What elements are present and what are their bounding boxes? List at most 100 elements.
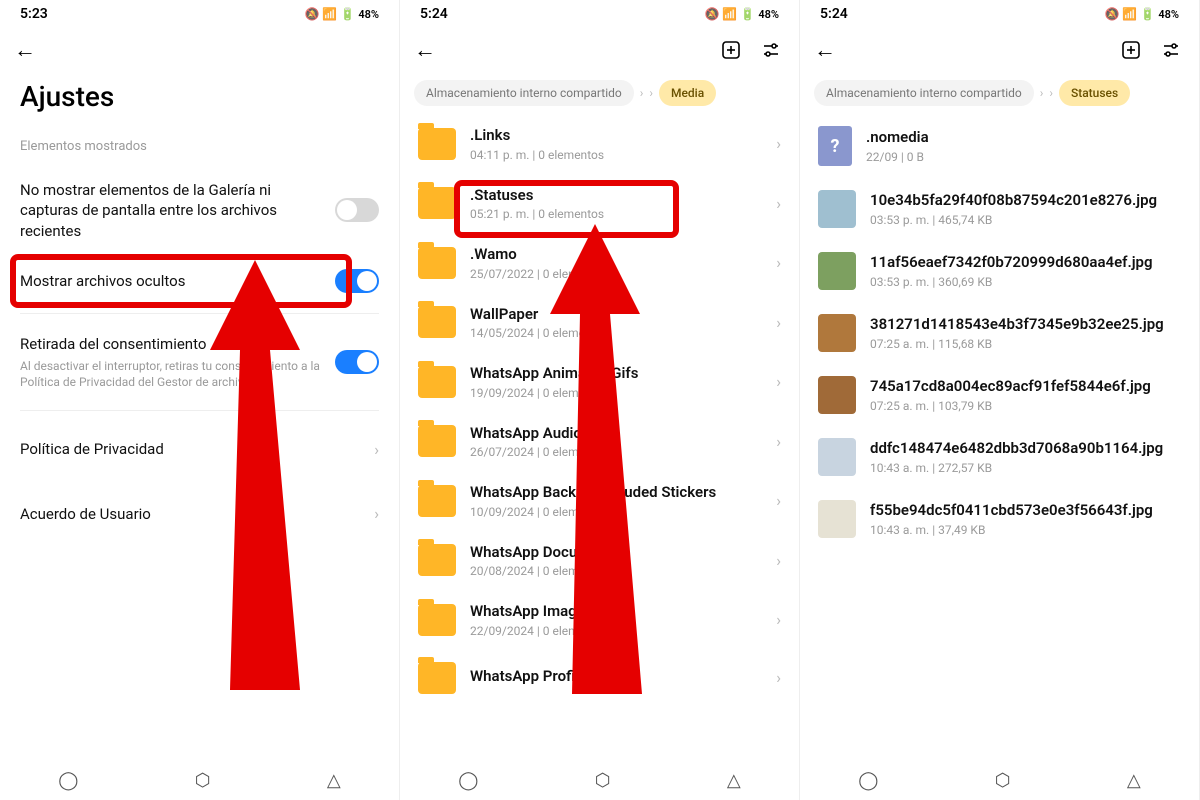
nav-icon[interactable]: ◯ xyxy=(58,770,78,791)
file-row[interactable]: 11af56eaef7342f0b720999d680aa4ef.jpg 03:… xyxy=(800,240,1199,302)
folder-row[interactable]: WhatsApp Documents 20/08/2024 | 0 elemen… xyxy=(400,531,799,591)
battery-icon: 🔋 xyxy=(340,7,355,21)
toggle-hide-gallery[interactable] xyxy=(335,198,379,222)
image-thumbnail xyxy=(818,376,856,414)
back-icon[interactable]: ← xyxy=(814,37,836,63)
setting-consent[interactable]: Retirada del consentimiento Al desactiva… xyxy=(0,320,399,405)
folder-name: WhatsApp Animated Gifs xyxy=(470,364,762,384)
breadcrumb-current[interactable]: Media xyxy=(659,80,716,106)
folder-meta: 04:11 p. m. | 0 elementos xyxy=(470,148,762,162)
folder-list[interactable]: .Links 04:11 p. m. | 0 elementos › .Stat… xyxy=(400,114,799,760)
topbar: ← xyxy=(0,28,399,72)
folder-row[interactable]: WhatsApp Animated Gifs 19/09/2024 | 0 el… xyxy=(400,352,799,412)
setting-show-hidden[interactable]: Mostrar archivos ocultos xyxy=(0,255,399,307)
filter-icon[interactable] xyxy=(1157,36,1185,64)
status-right: 🔕 📶 🔋 48% xyxy=(1104,7,1179,21)
setting-label: Acuerdo de Usuario xyxy=(20,504,360,524)
image-thumbnail xyxy=(818,252,856,290)
back-icon[interactable]: ← xyxy=(414,37,436,63)
file-row[interactable]: 745a17cd8a004ec89acf91fef5844e6f.jpg 07:… xyxy=(800,364,1199,426)
file-row[interactable]: ddfc148474e6482dbb3d7068a90b1164.jpg 10:… xyxy=(800,426,1199,488)
folder-icon xyxy=(418,366,456,398)
chevron-right-icon: › xyxy=(776,313,781,332)
divider xyxy=(20,313,379,314)
folder-meta: 20/08/2024 | 0 elementos xyxy=(470,564,762,578)
chevron-right-icon: › xyxy=(640,86,644,100)
status-right: 🔕 📶 🔋 48% xyxy=(304,7,379,21)
breadcrumb-root[interactable]: Almacenamiento interno compartido xyxy=(414,80,634,106)
folder-meta: 19/09/2024 | 0 elementos xyxy=(470,386,762,400)
topbar: ← xyxy=(400,28,799,72)
setting-hide-gallery[interactable]: No mostrar elementos de la Galería ni ca… xyxy=(0,166,399,255)
page-title: Ajustes xyxy=(0,72,399,131)
nav-icon[interactable]: △ xyxy=(1127,770,1141,791)
settings-panel: 5:23 🔕 📶 🔋 48% ← Ajustes Elementos mostr… xyxy=(0,0,400,800)
file-name: ddfc148474e6482dbb3d7068a90b1164.jpg xyxy=(870,439,1181,459)
bottom-nav: ◯ ⬡ △ xyxy=(800,760,1199,800)
filter-icon[interactable] xyxy=(757,36,785,64)
nav-icon[interactable]: ⬡ xyxy=(995,770,1011,791)
folder-icon xyxy=(418,662,456,694)
nav-icon[interactable]: ⬡ xyxy=(595,770,611,791)
file-row[interactable]: 10e34b5fa29f40f08b87594c201e8276.jpg 03:… xyxy=(800,178,1199,240)
topbar: ← xyxy=(800,28,1199,72)
battery-pct: 48% xyxy=(758,8,779,21)
setting-user-agreement[interactable]: Acuerdo de Usuario › xyxy=(0,482,399,546)
folder-meta: 26/07/2024 | 0 elementos xyxy=(470,445,762,459)
file-row[interactable]: f55be94dc5f0411cbd573e0e3f56643f.jpg 10:… xyxy=(800,488,1199,550)
folder-meta: 05:21 p. m. | 0 elementos xyxy=(470,207,762,221)
chevron-right-icon: › xyxy=(1040,86,1044,100)
file-meta: 03:53 p. m. | 360,69 KB xyxy=(870,275,1181,289)
file-name: 11af56eaef7342f0b720999d680aa4ef.jpg xyxy=(870,253,1181,273)
breadcrumb-root[interactable]: Almacenamiento interno compartido xyxy=(814,80,1034,106)
folder-icon xyxy=(418,247,456,279)
folder-row[interactable]: WhatsApp Profile Photos › xyxy=(400,650,799,706)
nav-icon[interactable]: ◯ xyxy=(858,770,878,791)
setting-label: No mostrar elementos de la Galería ni ca… xyxy=(20,180,321,241)
nav-icon[interactable]: △ xyxy=(727,770,741,791)
chevron-right-icon: › xyxy=(776,194,781,213)
setting-privacy[interactable]: Política de Privacidad › xyxy=(0,417,399,481)
folder-meta: 22/09/2024 | 0 elementos xyxy=(470,624,762,638)
setting-label: Política de Privacidad xyxy=(20,439,360,459)
folder-row[interactable]: WhatsApp Images 22/09/2024 | 0 elementos… xyxy=(400,590,799,650)
chevron-right-icon: › xyxy=(776,668,781,687)
folder-row[interactable]: WallPaper 14/05/2024 | 0 elementos › xyxy=(400,293,799,353)
add-icon[interactable] xyxy=(1117,36,1145,64)
battery-icon: 🔋 xyxy=(1140,7,1155,21)
back-icon[interactable]: ← xyxy=(14,37,36,63)
image-thumbnail xyxy=(818,314,856,352)
file-row[interactable]: 381271d1418543e4b3f7345e9b32ee25.jpg 07:… xyxy=(800,302,1199,364)
signal-icon: 📶 xyxy=(322,7,337,21)
mute-icon: 🔕 xyxy=(1104,7,1119,21)
folder-icon xyxy=(418,128,456,160)
setting-label: Retirada del consentimiento xyxy=(20,334,321,354)
divider xyxy=(20,410,379,411)
chevron-right-icon: › xyxy=(649,86,653,100)
folder-row[interactable]: .Statuses 05:21 p. m. | 0 elementos › xyxy=(400,174,799,234)
file-row[interactable]: ? .nomedia 22/09 | 0 B xyxy=(800,114,1199,178)
chevron-right-icon: › xyxy=(1049,86,1053,100)
folder-row[interactable]: .Wamo 25/07/2022 | 0 elementos › xyxy=(400,233,799,293)
folder-icon xyxy=(418,604,456,636)
file-meta: 03:53 p. m. | 465,74 KB xyxy=(870,213,1181,227)
image-thumbnail xyxy=(818,438,856,476)
folder-row[interactable]: .Links 04:11 p. m. | 0 elementos › xyxy=(400,114,799,174)
nav-icon[interactable]: ⬡ xyxy=(195,770,211,791)
battery-pct: 48% xyxy=(1158,8,1179,21)
nav-icon[interactable]: △ xyxy=(327,770,341,791)
add-icon[interactable] xyxy=(717,36,745,64)
breadcrumb-current[interactable]: Statuses xyxy=(1059,80,1130,106)
folder-name: WhatsApp Audio xyxy=(470,424,762,444)
statuses-panel: 5:24 🔕 📶 🔋 48% ← Almacenamiento interno … xyxy=(800,0,1200,800)
file-list[interactable]: ? .nomedia 22/09 | 0 B 10e34b5fa29f40f08… xyxy=(800,114,1199,760)
nav-icon[interactable]: ◯ xyxy=(458,770,478,791)
folder-row[interactable]: WhatsApp Audio 26/07/2024 | 0 elementos … xyxy=(400,412,799,472)
file-meta: 07:25 a. m. | 115,68 KB xyxy=(870,337,1181,351)
chevron-right-icon: › xyxy=(374,504,379,523)
toggle-consent[interactable] xyxy=(335,350,379,374)
folder-row[interactable]: WhatsApp Backup Excluded Stickers 10/09/… xyxy=(400,471,799,531)
folder-name: WhatsApp Documents xyxy=(470,543,762,563)
status-bar: 5:24 🔕 📶 🔋 48% xyxy=(800,0,1199,28)
toggle-show-hidden[interactable] xyxy=(335,269,379,293)
